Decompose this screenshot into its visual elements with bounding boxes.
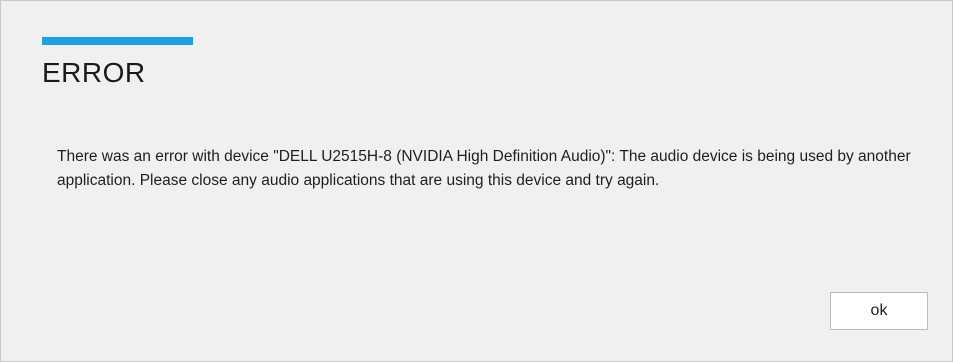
dialog-title: ERROR bbox=[42, 57, 146, 88]
ok-button[interactable]: ok bbox=[830, 292, 928, 330]
title-accent-bar bbox=[42, 37, 193, 45]
error-dialog: ERROR There was an error with device "DE… bbox=[0, 0, 953, 362]
error-message: There was an error with device "DELL U25… bbox=[57, 148, 911, 189]
